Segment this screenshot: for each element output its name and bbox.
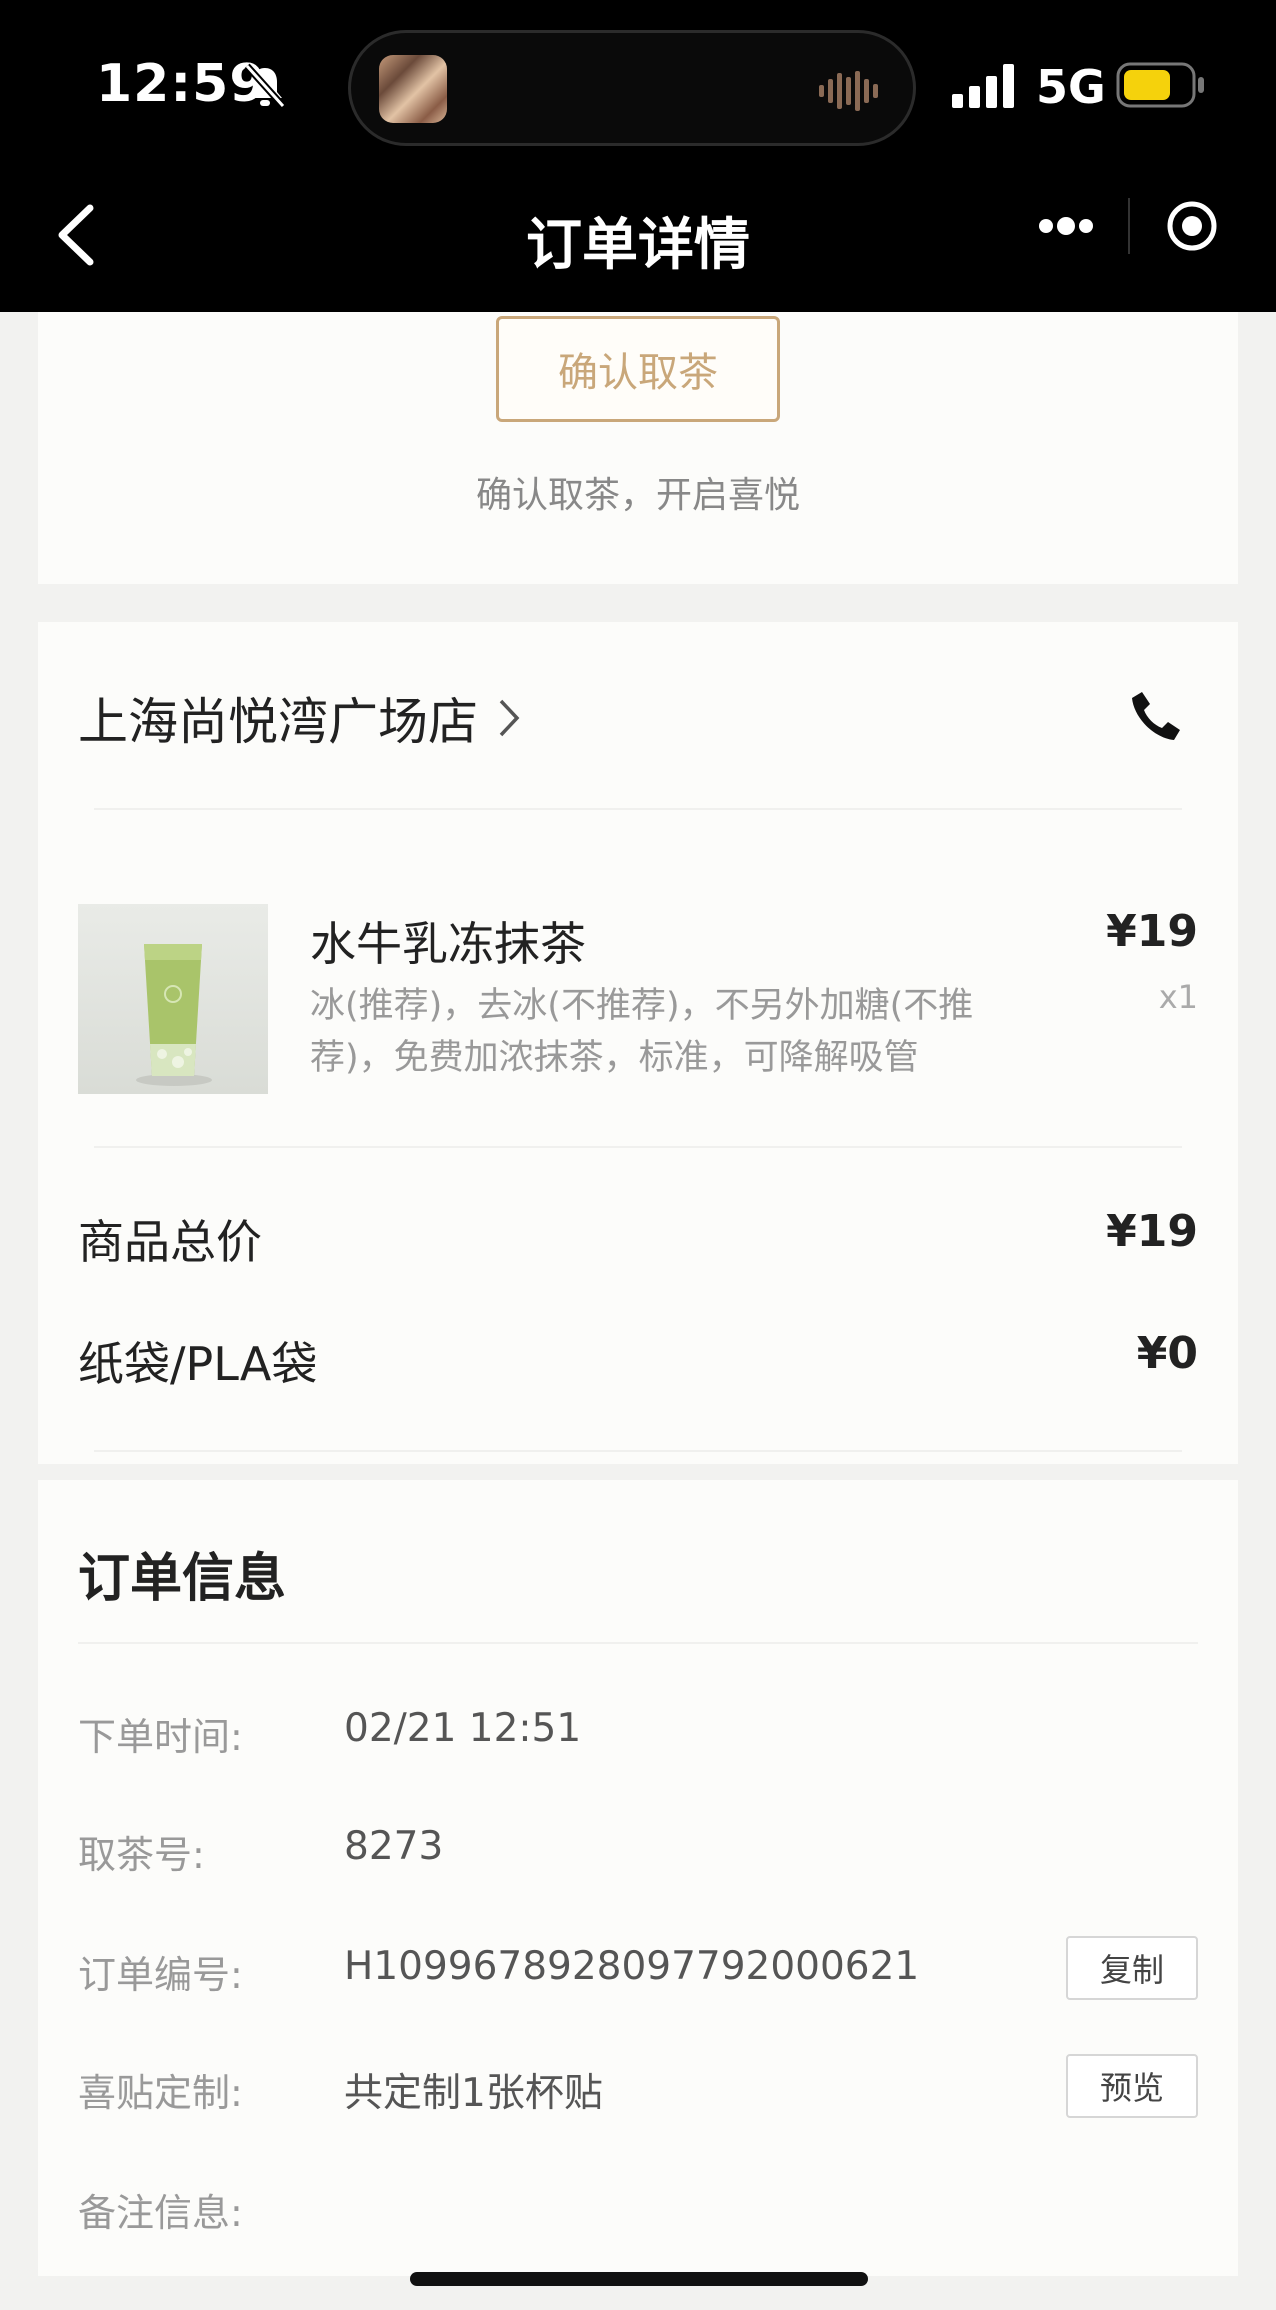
product-image [78,904,268,1094]
now-playing-thumbnail [379,55,447,123]
home-indicator[interactable] [410,2272,868,2286]
divider [94,1146,1182,1148]
divider [78,1642,1198,1644]
order-time-label: 下单时间: [78,1715,243,1759]
audio-wave-icon [819,71,878,111]
status-time: 12:59 [96,54,267,114]
copy-order-number-button[interactable]: 复制 [1066,1936,1198,2000]
pickup-card: 确认取茶 确认取茶，开启喜悦 [38,312,1238,584]
order-info-title: 订单信息 [78,1549,287,1609]
order-time-value: 02/21 12:51 [344,1706,582,1751]
store-name: 上海尚悦湾广场店 [78,693,478,751]
capsule-divider [1128,198,1130,254]
bag-fee-value: ¥0 [1136,1328,1198,1379]
divider [94,808,1182,810]
cellular-signal-icon [952,64,1014,108]
store-link[interactable]: 上海尚悦湾广场店 [78,682,522,754]
phone-icon[interactable] [1128,688,1184,744]
preview-sticker-button[interactable]: 预览 [1066,2054,1198,2118]
product-quantity: x1 [1158,978,1198,1016]
sticker-value: 共定制1张杯贴 [344,2071,603,2116]
network-type: 5G [1036,60,1106,114]
remarks-label: 备注信息: [78,2191,243,2235]
more-options-icon[interactable] [1038,216,1094,236]
pickup-number-value: 8273 [344,1824,444,1869]
close-mini-program-icon[interactable] [1166,200,1218,252]
top-bar: 12:59 5G 订单详情 [0,0,1276,312]
subtotal-value: ¥19 [1106,1206,1198,1257]
bell-muted-icon [244,63,286,109]
pickup-tip: 确认取茶，开启喜悦 [475,475,800,516]
order-info-card: 订单信息 下单时间: 02/21 12:51 取茶号: 8273 订单编号: H… [38,1480,1238,2276]
order-number-label: 订单编号: [78,1953,243,1997]
divider [94,1450,1182,1452]
mini-program-capsule [1004,188,1244,264]
product-name: 水牛乳冻抹茶 [310,917,586,971]
pickup-number-label: 取茶号: [78,1833,205,1877]
bag-fee-label: 纸袋/PLA袋 [78,1337,318,1391]
dynamic-island[interactable] [348,30,916,146]
product-spec: 冰(推荐)，去冰(不推荐)，不另外加糖(不推荐)，免费加浓抹茶，标准，可降解吸管 [310,986,974,1078]
chevron-right-icon [499,699,520,737]
confirm-pickup-button[interactable]: 确认取茶 [496,316,780,422]
order-items-card: 上海尚悦湾广场店 水牛乳冻抹茶 冰(推荐)，去冰(不推荐)，不另外加糖(不推荐)… [38,622,1238,1464]
battery-icon [1116,62,1204,108]
product-price: ¥19 [1106,906,1198,957]
subtotal-label: 商品总价 [78,1215,262,1269]
sticker-label: 喜贴定制: [78,2071,243,2115]
order-number-value: H1099678928097792000621 [344,1944,920,1989]
